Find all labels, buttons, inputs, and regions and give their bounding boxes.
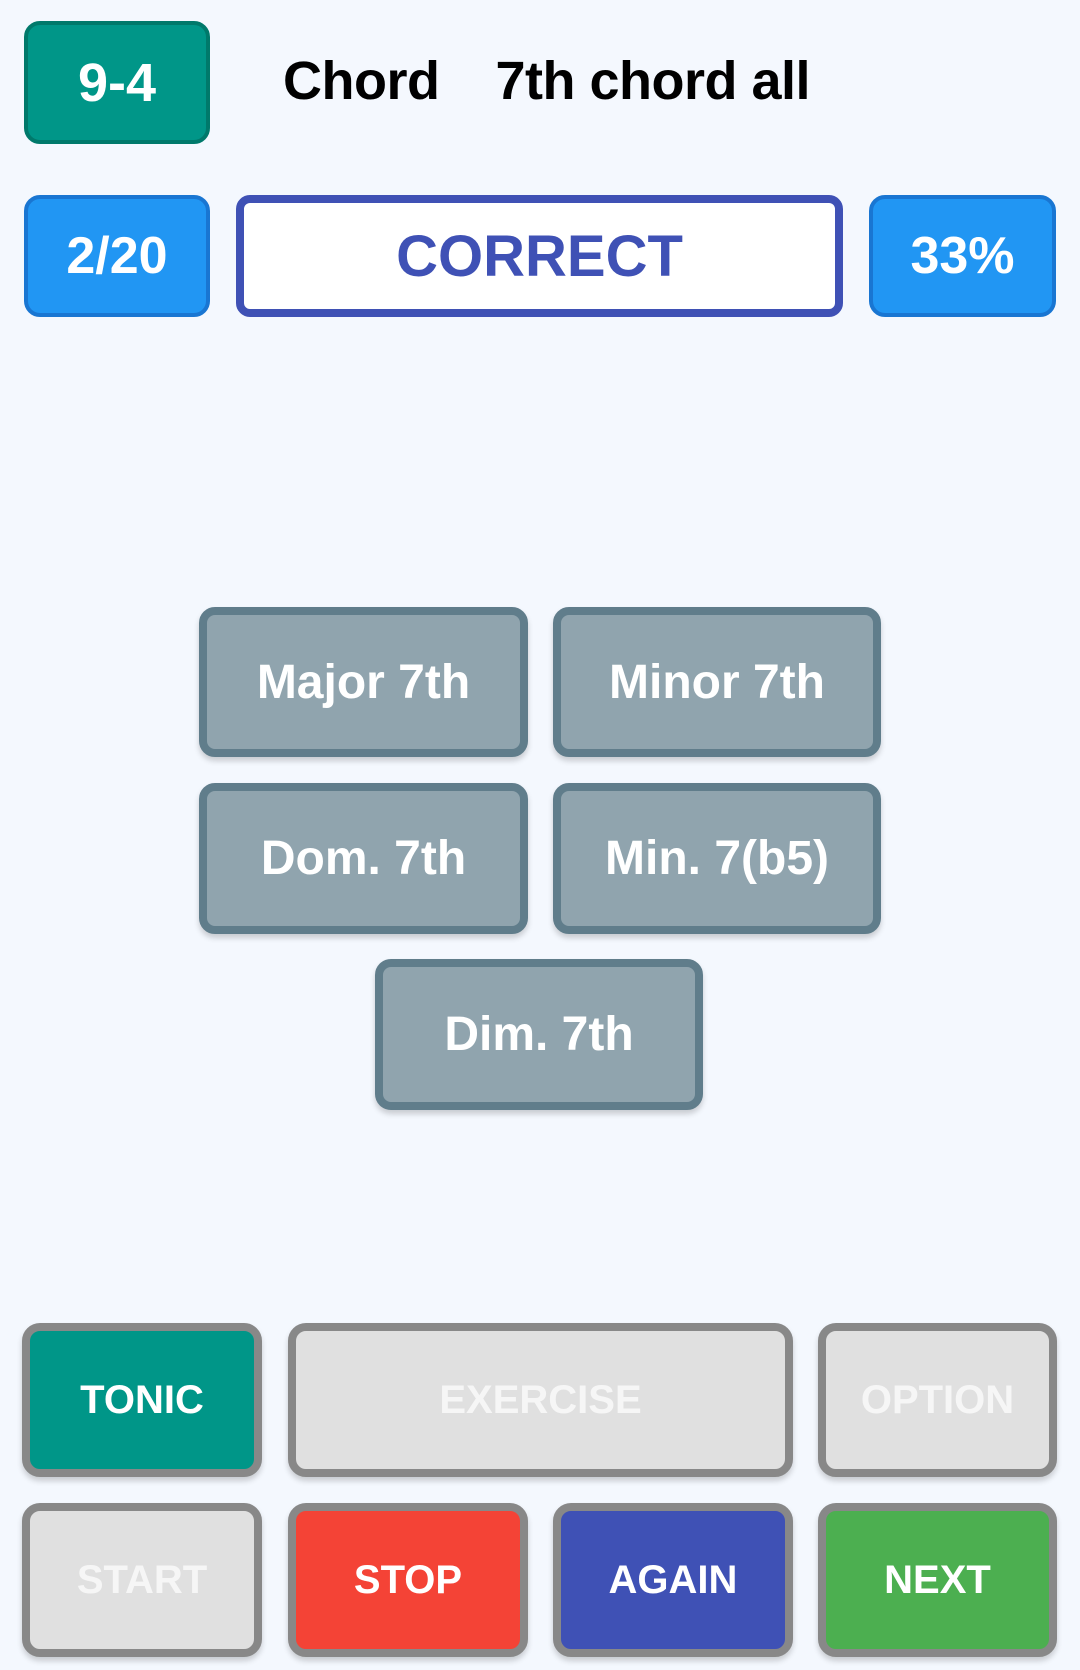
tonic-button[interactable]: TONIC: [22, 1323, 262, 1477]
exercise-name: 7th chord all: [495, 51, 811, 111]
answer-major-7th-button[interactable]: Major 7th: [199, 607, 528, 757]
lesson-id-badge: 9-4: [24, 21, 210, 144]
answer-min-7b5-button[interactable]: Min. 7(b5): [553, 783, 881, 934]
exercise-title: Chord 7th chord all: [283, 50, 811, 112]
answer-dim-7th-button[interactable]: Dim. 7th: [375, 959, 703, 1110]
again-button[interactable]: AGAIN: [553, 1503, 793, 1657]
stop-button[interactable]: STOP: [288, 1503, 528, 1657]
next-button[interactable]: NEXT: [818, 1503, 1057, 1657]
answer-dom-7th-button[interactable]: Dom. 7th: [199, 783, 528, 934]
answer-minor-7th-button[interactable]: Minor 7th: [553, 607, 881, 757]
result-banner: CORRECT: [236, 195, 843, 317]
option-button[interactable]: OPTION: [818, 1323, 1057, 1477]
exercise-button[interactable]: EXERCISE: [288, 1323, 793, 1477]
question-progress: 2/20: [24, 195, 210, 317]
score-percent: 33%: [869, 195, 1056, 317]
category-label: Chord: [283, 51, 440, 111]
start-button[interactable]: START: [22, 1503, 262, 1657]
